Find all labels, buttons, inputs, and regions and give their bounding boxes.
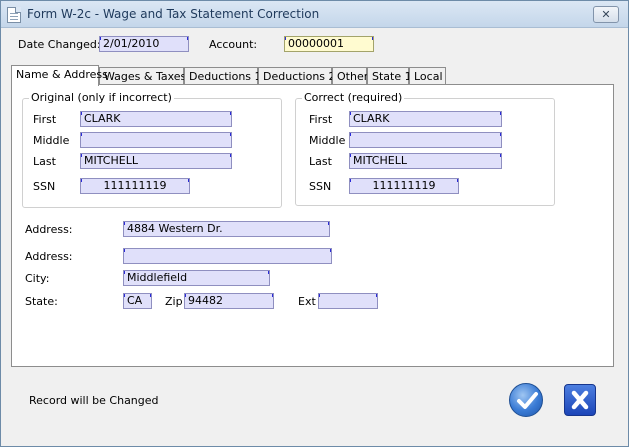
close-icon: ✕	[601, 8, 611, 21]
x-icon	[571, 390, 589, 410]
original-middle-field[interactable]	[80, 132, 232, 148]
tab-other[interactable]: Other	[332, 67, 368, 85]
zip-label: Zip	[165, 295, 183, 308]
date-changed-field[interactable]: 2/01/2010	[99, 36, 189, 52]
original-first-field[interactable]: CLARK	[80, 111, 232, 127]
state-field[interactable]: CA	[123, 293, 152, 309]
original-group-title: Original (only if incorrect)	[29, 91, 174, 104]
account-field[interactable]: 00000001	[284, 36, 374, 52]
original-group: Original (only if incorrect) First CLARK…	[22, 91, 282, 208]
tab-wages-taxes[interactable]: Wages & Taxes	[99, 67, 186, 85]
correct-group-title: Correct (required)	[302, 91, 405, 104]
window-title: Form W-2c - Wage and Tax Statement Corre…	[27, 7, 320, 21]
title-bar: Form W-2c - Wage and Tax Statement Corre…	[1, 1, 628, 28]
ext-field[interactable]	[318, 293, 378, 309]
tab-name-address[interactable]: Name & Address	[11, 65, 108, 86]
original-first-label: First	[33, 113, 57, 126]
tab-deductions-1[interactable]: Deductions 1	[184, 67, 262, 85]
ext-label: Ext	[298, 295, 316, 308]
address2-field[interactable]	[123, 248, 332, 264]
correct-middle-field[interactable]	[349, 132, 502, 148]
zip-field[interactable]: 94482	[184, 293, 274, 309]
tab-state-1[interactable]: State 1	[367, 67, 412, 85]
w2c-correction-window: Form W-2c - Wage and Tax Statement Corre…	[0, 0, 629, 447]
date-changed-label: Date Changed:	[18, 38, 101, 51]
correct-middle-label: Middle	[309, 134, 346, 147]
account-label: Account:	[209, 38, 258, 51]
address2-label: Address:	[25, 250, 73, 263]
city-label: City:	[25, 272, 50, 285]
document-icon	[7, 7, 21, 23]
correct-group: Correct (required) First CLARK Middle La…	[295, 91, 555, 206]
address1-label: Address:	[25, 223, 73, 236]
address1-field[interactable]: 4884 Western Dr.	[123, 221, 330, 237]
state-label: State:	[25, 295, 58, 308]
original-ssn-field[interactable]: 111111119	[80, 178, 190, 194]
correct-first-field[interactable]: CLARK	[349, 111, 502, 127]
correct-last-field[interactable]: MITCHELL	[349, 153, 502, 169]
original-ssn-label: SSN	[33, 180, 56, 193]
checkmark-icon	[517, 392, 538, 409]
ok-button[interactable]	[509, 383, 543, 417]
close-window-button[interactable]: ✕	[593, 6, 619, 23]
correct-last-label: Last	[309, 155, 332, 168]
city-field[interactable]: Middlefield	[123, 270, 270, 286]
original-last-field[interactable]: MITCHELL	[80, 153, 232, 169]
correct-first-label: First	[309, 113, 333, 126]
cancel-button[interactable]	[564, 384, 596, 416]
original-middle-label: Middle	[33, 134, 70, 147]
status-text: Record will be Changed	[29, 394, 159, 407]
correct-ssn-label: SSN	[309, 180, 332, 193]
tab-panel-name-address: Original (only if incorrect) First CLARK…	[11, 84, 614, 367]
tab-deductions-2[interactable]: Deductions 2	[258, 67, 336, 85]
original-last-label: Last	[33, 155, 56, 168]
correct-ssn-field[interactable]: 111111119	[349, 178, 459, 194]
tab-local[interactable]: Local	[409, 67, 446, 85]
